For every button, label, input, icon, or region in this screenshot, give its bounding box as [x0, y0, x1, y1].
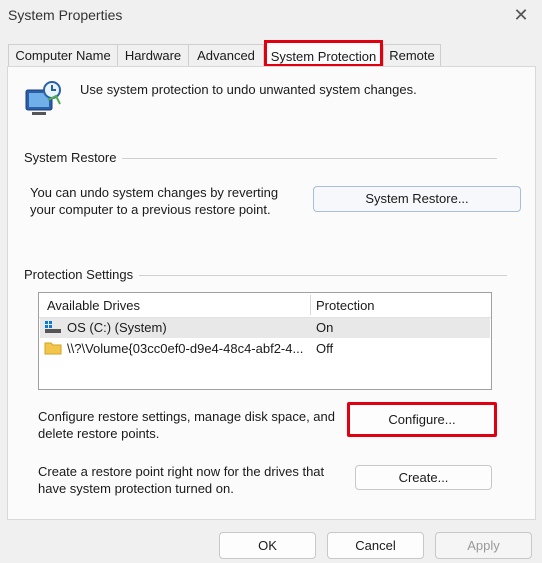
configure-description: Configure restore settings, manage disk …	[38, 409, 336, 441]
window-title: System Properties	[8, 7, 123, 23]
system-protection-icon	[24, 80, 64, 120]
drive-name: OS (C:) (System)	[67, 320, 167, 335]
drives-list[interactable]: Available Drives Protection OS (C:) (Sys…	[38, 292, 492, 390]
title-bar: System Properties ✕	[0, 0, 542, 36]
tab-hardware[interactable]: Hardware	[117, 44, 189, 66]
drive-icon	[44, 320, 62, 334]
cancel-button[interactable]: Cancel	[327, 532, 424, 559]
drive-protection: On	[316, 320, 334, 335]
drive-protection: Off	[316, 341, 334, 356]
close-icon[interactable]: ✕	[510, 4, 532, 26]
apply-button[interactable]: Apply	[435, 532, 532, 559]
column-divider	[310, 295, 311, 315]
tab-computer-name[interactable]: Computer Name	[8, 44, 118, 66]
create-button[interactable]: Create...	[355, 465, 492, 490]
folder-icon	[44, 341, 62, 355]
table-row[interactable]: \\?\Volume{03cc0ef0-d9e4-48c4-abf2-4... …	[40, 339, 490, 359]
table-row[interactable]: OS (C:) (System) On	[40, 318, 490, 338]
create-description: Create a restore point right now for the…	[38, 464, 325, 496]
column-header-protection[interactable]: Protection	[316, 298, 375, 313]
ok-button[interactable]: OK	[219, 532, 316, 559]
tab-system-protection[interactable]: System Protection	[264, 40, 383, 67]
system-restore-description: You can undo system changes by reverting…	[30, 185, 279, 217]
tab-advanced[interactable]: Advanced	[188, 44, 264, 66]
column-header-drives[interactable]: Available Drives	[47, 298, 140, 313]
configure-button[interactable]: Configure...	[347, 402, 497, 437]
drive-name: \\?\Volume{03cc0ef0-d9e4-48c4-abf2-4...	[67, 341, 304, 356]
system-restore-group-label: System Restore	[24, 150, 123, 165]
tab-remote[interactable]: Remote	[383, 44, 441, 66]
protection-settings-group-label: Protection Settings	[24, 267, 140, 282]
intro-text: Use system protection to undo unwanted s…	[80, 82, 417, 97]
system-restore-button[interactable]: System Restore...	[313, 186, 521, 212]
